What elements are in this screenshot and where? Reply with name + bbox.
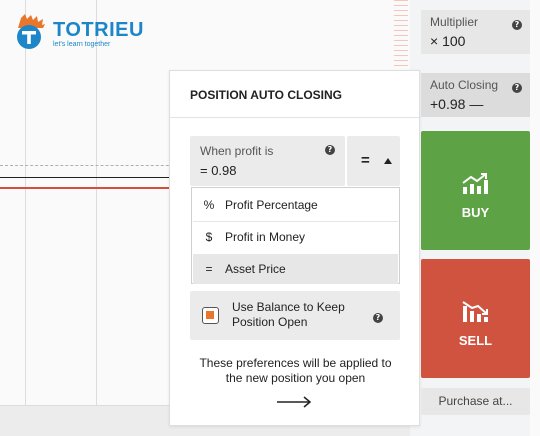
chart-gridline (25, 0, 26, 436)
option-profit-percentage[interactable]: % Profit Percentage (193, 190, 398, 220)
use-balance-option[interactable]: Use Balance to Keep Position Open ? (190, 291, 400, 340)
multiplier-label: Multiplier (430, 15, 479, 29)
logo-icon (15, 14, 51, 50)
trend-down-icon (462, 301, 490, 328)
help-icon[interactable]: ? (325, 145, 335, 155)
help-icon[interactable]: ? (373, 313, 383, 323)
checkbox-mark (206, 311, 214, 319)
window-edge (530, 0, 540, 436)
use-balance-label: Use Balance to Keep Position Open (232, 300, 345, 329)
option-symbol: $ (205, 230, 213, 244)
caret-up-icon (384, 158, 392, 164)
option-symbol: % (203, 198, 215, 212)
option-symbol: = (205, 262, 213, 276)
trend-up-icon (462, 173, 490, 200)
use-balance-checkbox[interactable] (202, 307, 219, 324)
condition-type-dropdown: % Profit Percentage $ Profit in Money = … (191, 187, 400, 284)
sell-button[interactable]: SELL (421, 259, 530, 378)
buy-button[interactable]: BUY (421, 131, 530, 250)
chart-gridline (96, 0, 97, 436)
multiplier-field[interactable]: Multiplier × 100 ? (421, 10, 530, 54)
auto-closing-value[interactable]: +0.98 — (430, 96, 521, 112)
arrow-right-icon[interactable] (277, 395, 313, 413)
help-icon[interactable]: ? (512, 20, 522, 30)
option-label: Profit Percentage (225, 198, 318, 212)
logo-title: TOTRIEU (53, 19, 144, 41)
multiplier-value[interactable]: × 100 (430, 33, 521, 49)
auto-closing-panel: POSITION AUTO CLOSING When profit is = 0… (169, 70, 421, 426)
auto-closing-field[interactable]: Auto Closing +0.98 — ? (421, 73, 530, 117)
condition-type-symbol: = (361, 152, 370, 169)
panel-title: POSITION AUTO CLOSING (190, 88, 343, 102)
profit-condition-label: When profit is (200, 144, 274, 158)
preferences-note: These preferences will be applied to the… (199, 356, 392, 385)
auto-closing-label: Auto Closing (430, 78, 499, 92)
profit-condition-field[interactable]: When profit is = 0.98 ? (190, 136, 345, 186)
option-profit-in-money[interactable]: $ Profit in Money (193, 222, 398, 252)
site-logo: TOTRIEU let's learn together (15, 14, 144, 50)
purchase-at-button[interactable]: Purchase at... (421, 388, 530, 415)
option-label: Asset Price (225, 262, 286, 276)
buy-label: BUY (461, 205, 490, 220)
option-asset-price[interactable]: = Asset Price (193, 254, 398, 284)
sell-label: SELL (458, 333, 493, 348)
logo-tagline: let's learn together (53, 41, 111, 48)
condition-type-select[interactable]: = (347, 136, 400, 186)
option-label: Profit in Money (225, 230, 306, 244)
help-icon[interactable]: ? (512, 83, 522, 93)
divider (170, 117, 421, 118)
profit-condition-value[interactable]: = 0.98 (200, 163, 335, 178)
